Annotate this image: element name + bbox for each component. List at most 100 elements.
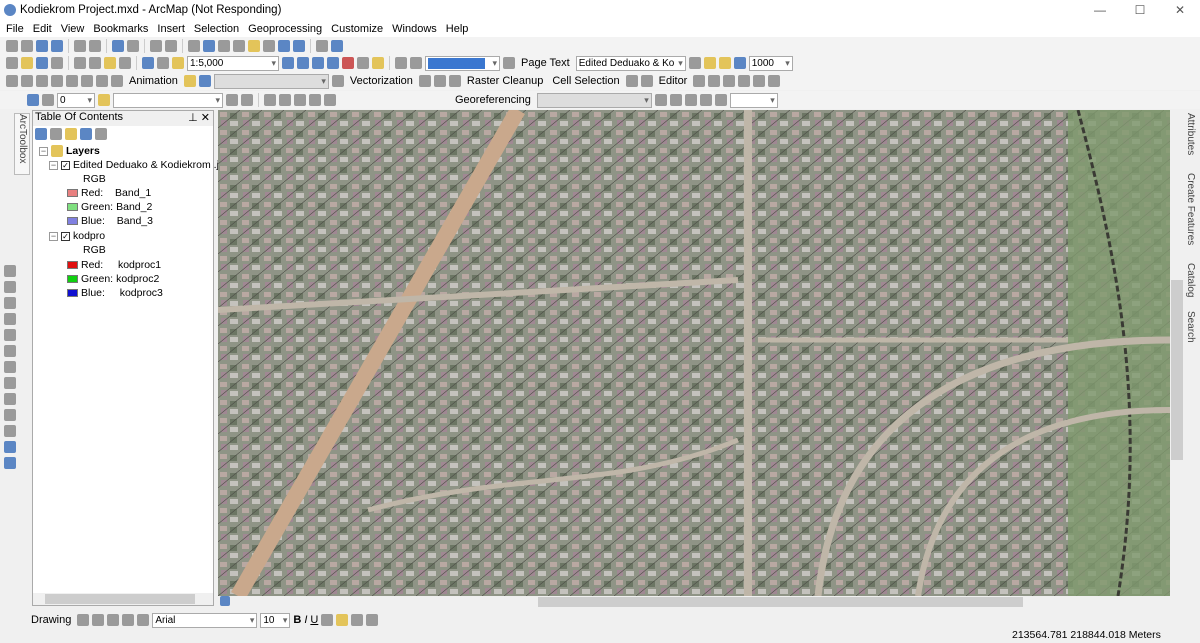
tool-icon[interactable] xyxy=(714,94,727,106)
zoom-in-icon[interactable] xyxy=(6,40,18,52)
back-icon[interactable] xyxy=(112,40,124,52)
paste-icon[interactable] xyxy=(104,57,116,69)
tool-icon[interactable] xyxy=(4,457,16,469)
python-icon[interactable] xyxy=(357,57,369,69)
attributes-tab[interactable]: Attributes xyxy=(1185,113,1196,171)
bold-button[interactable]: B xyxy=(293,614,301,626)
xy-icon[interactable] xyxy=(293,40,305,52)
hyperlink-icon[interactable] xyxy=(218,40,230,52)
pan-icon[interactable] xyxy=(36,40,48,52)
tool-icon[interactable] xyxy=(6,75,18,87)
print-icon[interactable] xyxy=(51,57,63,69)
page-name-combo[interactable]: Page Name xyxy=(425,55,500,71)
layer-item[interactable]: − ✓ kodpro xyxy=(49,230,105,242)
tool-icon[interactable] xyxy=(324,94,336,106)
convert-text-icon[interactable] xyxy=(137,614,150,626)
list-by-drawing-order-icon[interactable] xyxy=(35,128,47,140)
cell-selection-menu[interactable]: Cell Selection xyxy=(549,75,622,87)
georef-scale-field[interactable] xyxy=(729,92,778,108)
forward-icon[interactable] xyxy=(127,40,139,52)
toc-window-icon[interactable] xyxy=(297,57,309,69)
tool-icon[interactable] xyxy=(4,377,16,389)
tool-icon[interactable] xyxy=(96,75,108,87)
toc-pin-close[interactable]: ⊥ ✕ xyxy=(188,111,213,126)
menu-edit[interactable]: Edit xyxy=(33,23,52,35)
text-icon[interactable] xyxy=(122,614,135,626)
menu-windows[interactable]: Windows xyxy=(392,23,437,35)
layer-combo[interactable]: Edited Deduako & Ko xyxy=(575,55,686,71)
tool-icon[interactable] xyxy=(4,361,16,373)
prev-page-icon[interactable] xyxy=(410,57,422,69)
arctoolbox-icon[interactable] xyxy=(342,57,354,69)
animation-menu[interactable]: Animation xyxy=(126,75,181,87)
tool-icon[interactable] xyxy=(708,75,721,87)
close-button[interactable]: ✕ xyxy=(1160,0,1200,20)
horizontal-scrollbar[interactable] xyxy=(218,596,1170,608)
tool-icon[interactable] xyxy=(226,94,238,106)
vectorization-menu[interactable]: Vectorization xyxy=(347,75,416,87)
fixed-zoom-out-icon[interactable] xyxy=(89,40,101,52)
find-route-icon[interactable] xyxy=(278,40,290,52)
delete-icon[interactable] xyxy=(119,57,131,69)
raster-cleanup-menu[interactable]: Raster Cleanup xyxy=(464,75,546,87)
fill-color-icon[interactable] xyxy=(336,614,349,626)
menu-file[interactable]: File xyxy=(6,23,24,35)
viewer-icon[interactable] xyxy=(331,40,343,52)
menu-insert[interactable]: Insert xyxy=(157,23,185,35)
marker-color-icon[interactable] xyxy=(366,614,379,626)
tool-icon[interactable] xyxy=(768,75,781,87)
catalog-window-icon[interactable] xyxy=(312,57,324,69)
layout-view-icon[interactable] xyxy=(220,596,230,606)
swipe-icon[interactable] xyxy=(733,57,746,69)
tool-icon[interactable] xyxy=(433,75,446,87)
find-icon[interactable] xyxy=(263,40,275,52)
transparency-icon[interactable] xyxy=(718,57,731,69)
identify-icon[interactable] xyxy=(203,40,215,52)
undo-icon[interactable] xyxy=(142,57,154,69)
save-icon[interactable] xyxy=(36,57,48,69)
layers-root[interactable]: − Layers xyxy=(39,145,100,157)
resolution-field[interactable]: 1000 xyxy=(748,55,793,71)
menu-bookmarks[interactable]: Bookmarks xyxy=(93,23,148,35)
editor-menu[interactable]: Editor xyxy=(656,75,691,87)
tool-icon[interactable] xyxy=(4,425,16,437)
vertical-scrollbar[interactable] xyxy=(1170,110,1184,596)
scroll-thumb[interactable] xyxy=(538,597,1023,607)
list-by-source-icon[interactable] xyxy=(50,128,62,140)
tin-combo[interactable]: 0 xyxy=(57,92,95,108)
tool-icon[interactable] xyxy=(51,75,63,87)
tool-icon[interactable] xyxy=(669,94,682,106)
create-features-tab[interactable]: Create Features xyxy=(1185,173,1196,255)
data-driven-pages-icon[interactable] xyxy=(395,57,407,69)
list-by-selection-icon[interactable] xyxy=(80,128,92,140)
options-icon[interactable] xyxy=(95,128,107,140)
layer-item[interactable]: − ✓ Edited Deduako & Kodiekrom .jpg xyxy=(49,159,231,171)
tool-icon[interactable] xyxy=(4,345,16,357)
tool-icon[interactable] xyxy=(448,75,461,87)
line-color-icon[interactable] xyxy=(351,614,364,626)
copy-icon[interactable] xyxy=(89,57,101,69)
maximize-button[interactable]: ☐ xyxy=(1120,0,1160,20)
select-elements-icon[interactable] xyxy=(188,40,200,52)
layer-checkbox[interactable]: ✓ xyxy=(61,160,70,170)
tool-icon[interactable] xyxy=(36,75,48,87)
tool-icon[interactable] xyxy=(693,75,706,87)
tool-icon[interactable] xyxy=(66,75,78,87)
tool-icon[interactable] xyxy=(723,75,736,87)
tool-icon[interactable] xyxy=(111,75,123,87)
menu-customize[interactable]: Customize xyxy=(331,23,383,35)
rotate-icon[interactable] xyxy=(92,614,105,626)
tool-icon[interactable] xyxy=(625,75,638,87)
measure-icon[interactable] xyxy=(248,40,260,52)
tool-icon[interactable] xyxy=(4,265,16,277)
animation-manager-icon[interactable] xyxy=(183,75,196,87)
menu-selection[interactable]: Selection xyxy=(194,23,239,35)
tool-icon[interactable] xyxy=(4,297,16,309)
tool-icon[interactable] xyxy=(4,393,16,405)
minimize-button[interactable]: — xyxy=(1080,0,1120,20)
map-display[interactable] xyxy=(218,110,1170,596)
tool-icon[interactable] xyxy=(21,75,33,87)
editor-toolbar-icon[interactable] xyxy=(282,57,294,69)
fixed-zoom-in-icon[interactable] xyxy=(74,40,86,52)
tool-icon[interactable] xyxy=(4,281,16,293)
